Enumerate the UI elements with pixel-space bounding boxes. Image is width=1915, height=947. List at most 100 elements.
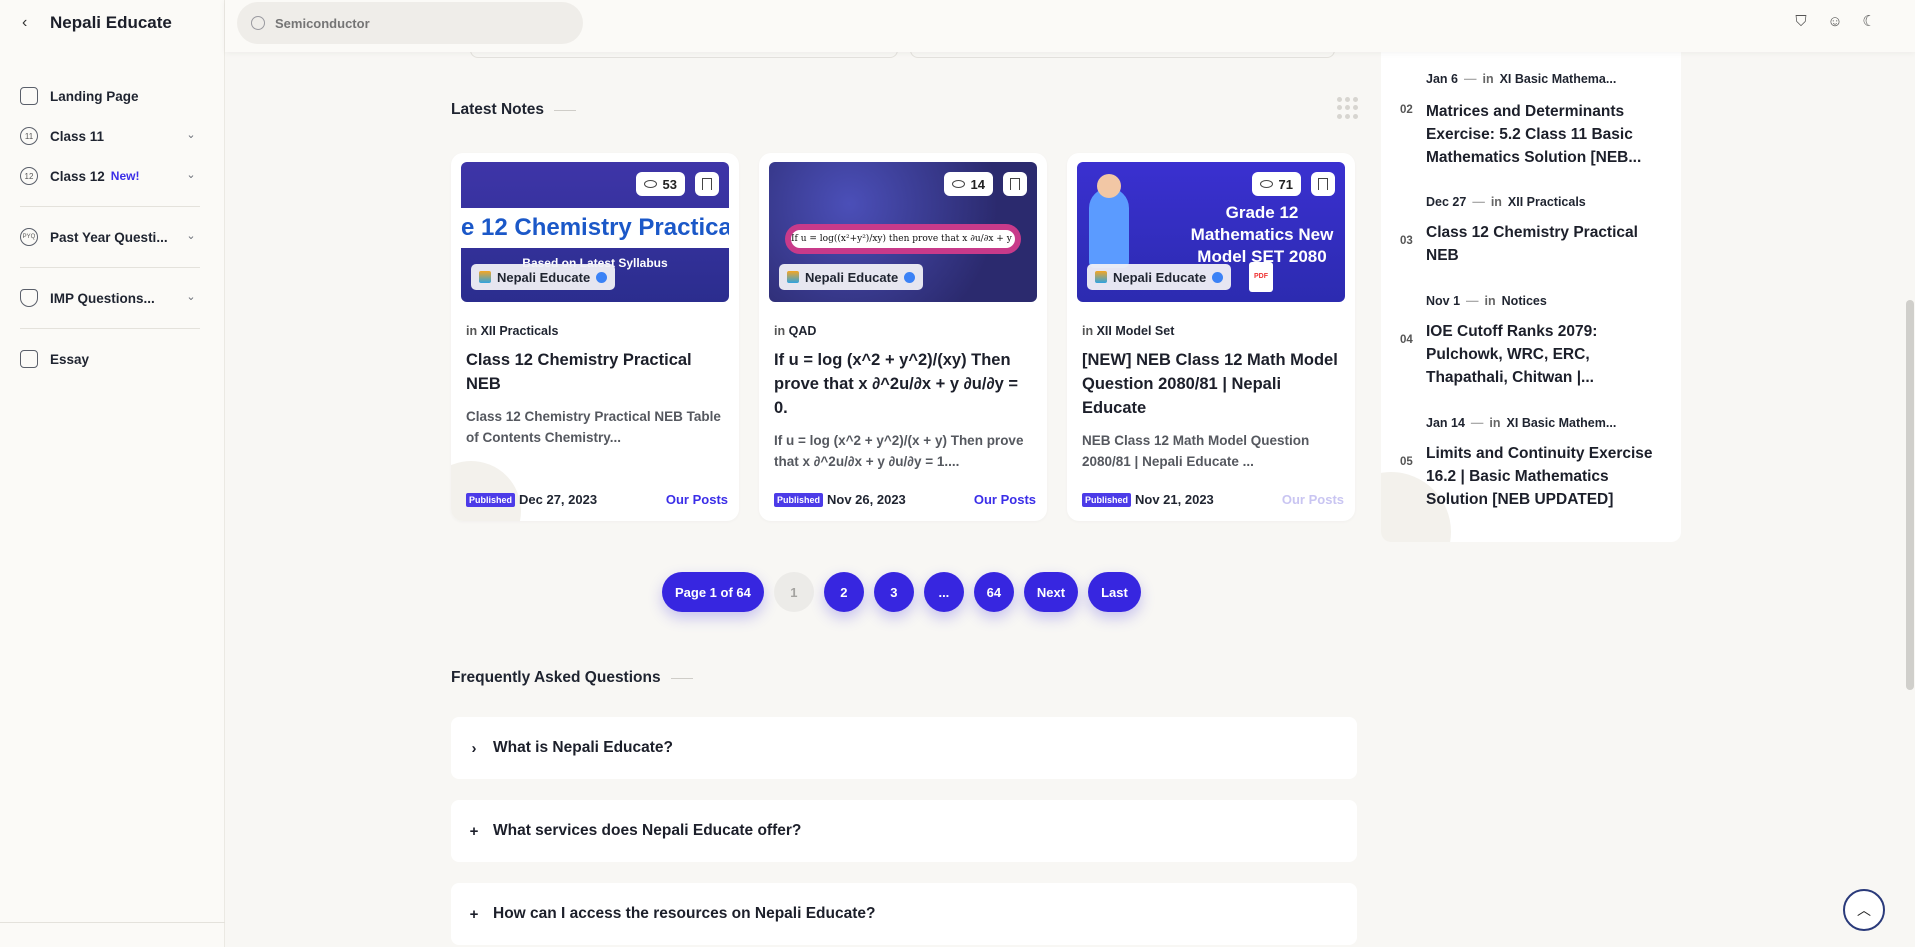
our-posts-link[interactable]: Our Posts bbox=[1282, 492, 1344, 507]
page-2-button[interactable]: 2 bbox=[823, 572, 864, 612]
in-label: in bbox=[466, 324, 478, 338]
notes-cards: e 12 Chemistry Practical Based on Latest… bbox=[451, 153, 1355, 521]
post-category[interactable]: XI Basic Mathem... bbox=[1507, 416, 1617, 430]
card-title[interactable]: Class 12 Chemistry Practical NEB bbox=[466, 348, 728, 396]
book-icon bbox=[20, 350, 38, 368]
meta-dash: — bbox=[1466, 294, 1479, 308]
view-count: 53 bbox=[635, 172, 685, 196]
note-card[interactable]: If u = log((x²+y²)/xy) then prove that x… bbox=[759, 153, 1047, 521]
card-date: Dec 27, 2023 bbox=[519, 492, 598, 507]
note-card[interactable]: Grade 12 Mathematics New Model SET 2080 … bbox=[1067, 153, 1355, 521]
sidebar-item-essay[interactable]: Essay bbox=[20, 339, 200, 379]
post-category[interactable]: Notices bbox=[1502, 294, 1547, 308]
plus-icon: + bbox=[469, 905, 479, 923]
post-number: 02 bbox=[1400, 104, 1413, 116]
post-title[interactable]: Class 12 Chemistry Practical NEB bbox=[1426, 221, 1666, 267]
in-label: in bbox=[1082, 324, 1094, 338]
category-link[interactable]: XII Practicals bbox=[481, 324, 559, 338]
post-title[interactable]: IOE Cutoff Ranks 2079: Pulchowk, WRC, ER… bbox=[1426, 320, 1666, 389]
latest-notes-heading: Latest Notes bbox=[451, 101, 577, 119]
sidebar-item-past-year-questions[interactable]: PYQ Past Year Questi... ⌄ bbox=[20, 217, 200, 257]
search-icon bbox=[251, 16, 265, 30]
post-title[interactable]: Matrices and Determinants Exercise: 5.2 … bbox=[1426, 100, 1666, 169]
chevron-down-icon[interactable]: ⌄ bbox=[184, 229, 198, 243]
post-date: Jan 6 bbox=[1426, 72, 1458, 86]
pyq-icon: PYQ bbox=[20, 228, 38, 246]
note-card[interactable]: e 12 Chemistry Practical Based on Latest… bbox=[451, 153, 739, 521]
grid-dots-icon[interactable] bbox=[1337, 97, 1359, 119]
sidebar-item-class-11[interactable]: 11 Class 11 ⌄ bbox=[20, 116, 200, 156]
page-1-button[interactable]: 1 bbox=[773, 572, 814, 612]
scrollbar-track[interactable] bbox=[1905, 0, 1915, 947]
faq-question: How can I access the resources on Nepali… bbox=[493, 905, 876, 922]
next-page-button[interactable]: Next bbox=[1023, 572, 1079, 612]
sidebar-item-class-12[interactable]: 12 Class 12 New! ⌄ bbox=[20, 156, 200, 196]
faq-item[interactable]: › What is Nepali Educate? bbox=[451, 717, 1357, 779]
author-chip[interactable]: Nepali Educate bbox=[471, 264, 616, 290]
bookmark-icon bbox=[702, 178, 712, 190]
back-to-top-button[interactable]: ︿ bbox=[1843, 889, 1885, 931]
post-category[interactable]: XII Practicals bbox=[1508, 195, 1586, 209]
popular-post[interactable]: Nov 1 — in Notices 04 IOE Cutoff Ranks 2… bbox=[1400, 294, 1666, 389]
page-ellipsis-button[interactable]: ... bbox=[923, 572, 964, 612]
person-illustration bbox=[1089, 174, 1129, 268]
sidebar-divider bbox=[20, 206, 200, 207]
card-thumbnail[interactable]: Grade 12 Mathematics New Model SET 2080 … bbox=[1077, 162, 1345, 302]
left-sidebar: ‹ Nepali Educate Landing Page 11 Class 1… bbox=[0, 0, 225, 947]
popular-post[interactable]: 02 Matrices and Determinants Exercise: 5… bbox=[1400, 100, 1666, 169]
faq-item[interactable]: + What services does Nepali Educate offe… bbox=[451, 800, 1357, 862]
bookmark-button[interactable] bbox=[1311, 172, 1335, 196]
card-category: in QAD bbox=[774, 324, 1037, 338]
popular-post[interactable]: Jan 14 — in XI Basic Mathem... 05 Limits… bbox=[1400, 416, 1666, 511]
author-chip[interactable]: Nepali Educate bbox=[779, 264, 924, 290]
in-label: in bbox=[1490, 195, 1502, 209]
sidebar-bottom-divider bbox=[0, 922, 225, 923]
card-footer: Published Nov 26, 2023 Our Posts bbox=[774, 492, 1036, 507]
view-count: 14 bbox=[943, 172, 993, 196]
chevron-down-icon[interactable]: ⌄ bbox=[184, 128, 198, 142]
card-footer: Published Dec 27, 2023 Our Posts bbox=[466, 492, 728, 507]
category-link[interactable]: XII Model Set bbox=[1097, 324, 1175, 338]
bookmark-icon[interactable]: ⛉ bbox=[1793, 14, 1809, 30]
author-name: Nepali Educate bbox=[497, 269, 591, 285]
card-title[interactable]: [NEW] NEB Class 12 Math Model Question 2… bbox=[1082, 348, 1344, 420]
back-chevron-icon[interactable]: ‹ bbox=[22, 15, 36, 31]
post-category[interactable]: XI Basic Mathema... bbox=[1500, 72, 1617, 86]
chevron-down-icon[interactable]: ⌄ bbox=[184, 290, 198, 304]
search-input[interactable] bbox=[275, 15, 555, 31]
page-64-button[interactable]: 64 bbox=[973, 572, 1014, 612]
thumb-band-text: e 12 Chemistry Practical bbox=[461, 208, 729, 248]
our-posts-link[interactable]: Our Posts bbox=[974, 492, 1036, 507]
in-label: in bbox=[1482, 72, 1494, 86]
logo-icon bbox=[1095, 271, 1107, 283]
sidebar-nav: Landing Page 11 Class 11 ⌄ 12 Class 12 N… bbox=[0, 76, 224, 379]
page-3-button[interactable]: 3 bbox=[873, 572, 914, 612]
card-thumbnail[interactable]: e 12 Chemistry Practical Based on Latest… bbox=[461, 162, 729, 302]
moon-icon[interactable]: ☾ bbox=[1861, 14, 1877, 30]
our-posts-link[interactable]: Our Posts bbox=[666, 492, 728, 507]
faq-title: Frequently Asked Questions bbox=[451, 669, 661, 686]
faq-heading: Frequently Asked Questions bbox=[451, 669, 693, 687]
card-title[interactable]: If u = log (x^2 + y^2)/(xy) Then prove t… bbox=[774, 348, 1036, 420]
latest-notes-title: Latest Notes bbox=[451, 101, 545, 118]
last-page-button[interactable]: Last bbox=[1088, 572, 1141, 612]
bookmark-button[interactable] bbox=[1003, 172, 1027, 196]
user-icon[interactable]: ☺ bbox=[1827, 14, 1843, 30]
bookmark-button[interactable] bbox=[695, 172, 719, 196]
sidebar-item-imp-questions[interactable]: IMP Questions... ⌄ bbox=[20, 278, 200, 318]
search-box[interactable] bbox=[237, 2, 583, 44]
published-badge: Published bbox=[1082, 492, 1132, 507]
brand-header: ‹ Nepali Educate bbox=[0, 0, 224, 46]
category-link[interactable]: QAD bbox=[789, 324, 817, 338]
post-title[interactable]: Limits and Continuity Exercise 16.2 | Ba… bbox=[1426, 442, 1666, 511]
card-thumbnail[interactable]: If u = log((x²+y²)/xy) then prove that x… bbox=[769, 162, 1037, 302]
scrollbar-thumb[interactable] bbox=[1906, 300, 1914, 690]
faq-item[interactable]: + How can I access the resources on Nepa… bbox=[451, 883, 1357, 945]
popular-post[interactable]: Dec 27 — in XII Practicals 03 Class 12 C… bbox=[1400, 195, 1666, 267]
sidebar-item-landing-page[interactable]: Landing Page bbox=[20, 76, 200, 116]
pdf-icon: PDF bbox=[1249, 262, 1273, 292]
author-chip[interactable]: Nepali Educate bbox=[1087, 264, 1232, 290]
view-count-value: 14 bbox=[970, 176, 985, 192]
chevron-down-icon[interactable]: ⌄ bbox=[184, 168, 198, 182]
verified-icon bbox=[904, 271, 916, 283]
